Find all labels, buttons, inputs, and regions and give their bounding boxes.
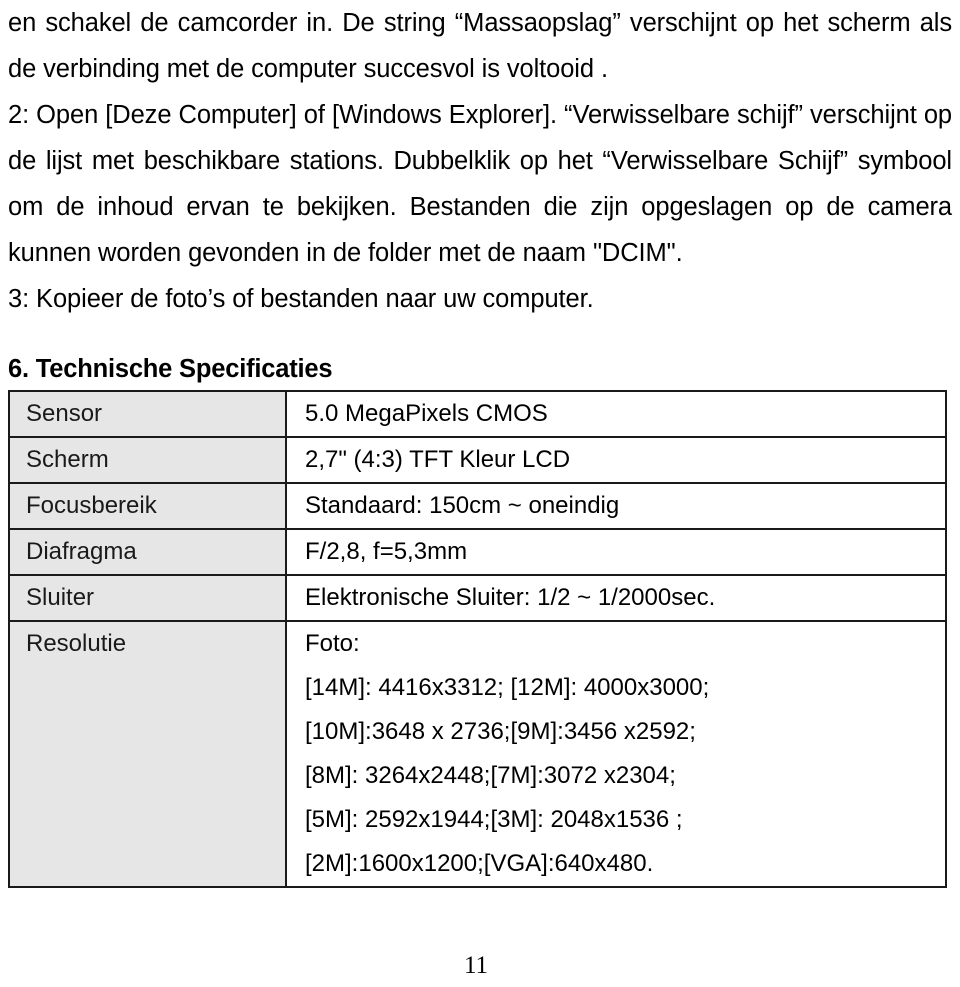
table-row: Scherm 2,7" (4:3) TFT Kleur LCD — [8, 436, 947, 484]
spec-value: 2,7" (4:3) TFT Kleur LCD — [285, 436, 947, 484]
spec-value: 5.0 MegaPixels CMOS — [285, 390, 947, 438]
paragraph-1: en schakel de camcorder in. De string “M… — [8, 9, 952, 83]
page-number: 11 — [463, 952, 489, 979]
technical-specifications-table: Sensor 5.0 MegaPixels CMOS Scherm 2,7" (… — [8, 390, 947, 888]
section-heading: 6. Technische Specificaties — [8, 355, 333, 383]
resolution-line: [2M]:1600x1200;[VGA]:640x480. — [305, 850, 654, 877]
spec-value-resolution: Foto: [14M]: 4416x3312; [12M]: 4000x3000… — [285, 620, 947, 888]
spec-label: Focusbereik — [8, 482, 287, 530]
resolution-line: [5M]: 2592x1944;[3M]: 2048x1536 ; — [305, 806, 683, 833]
resolution-line: Foto: — [305, 630, 360, 657]
body-copy: en schakel de camcorder in. De string “M… — [8, 0, 952, 322]
table-row: Diafragma F/2,8, f=5,3mm — [8, 528, 947, 576]
spec-label: Sluiter — [8, 574, 287, 622]
spec-label: Diafragma — [8, 528, 287, 576]
spec-value: Elektronische Sluiter: 1/2 ~ 1/2000sec. — [285, 574, 947, 622]
spec-value: F/2,8, f=5,3mm — [285, 528, 947, 576]
table-row-resolution: Resolutie Foto: [14M]: 4416x3312; [12M]:… — [8, 620, 947, 888]
table-row: Focusbereik Standaard: 150cm ~ oneindig — [8, 482, 947, 530]
spec-value: Standaard: 150cm ~ oneindig — [285, 482, 947, 530]
document-page: en schakel de camcorder in. De string “M… — [0, 0, 960, 987]
resolution-line: [10M]:3648 x 2736;[9M]:3456 x2592; — [305, 718, 696, 745]
spec-label: Resolutie — [8, 620, 287, 888]
resolution-line: [14M]: 4416x3312; [12M]: 4000x3000; — [305, 674, 710, 701]
paragraph-2: 2: Open [Deze Computer] of [Windows Expl… — [8, 101, 952, 267]
spec-label: Sensor — [8, 390, 287, 438]
resolution-line: [8M]: 3264x2448;[7M]:3072 x2304; — [305, 762, 676, 789]
table-row: Sensor 5.0 MegaPixels CMOS — [8, 390, 947, 438]
paragraph-3: 3: Kopieer de foto’s of bestanden naar u… — [8, 285, 594, 313]
spec-label: Scherm — [8, 436, 287, 484]
table-row: Sluiter Elektronische Sluiter: 1/2 ~ 1/2… — [8, 574, 947, 622]
